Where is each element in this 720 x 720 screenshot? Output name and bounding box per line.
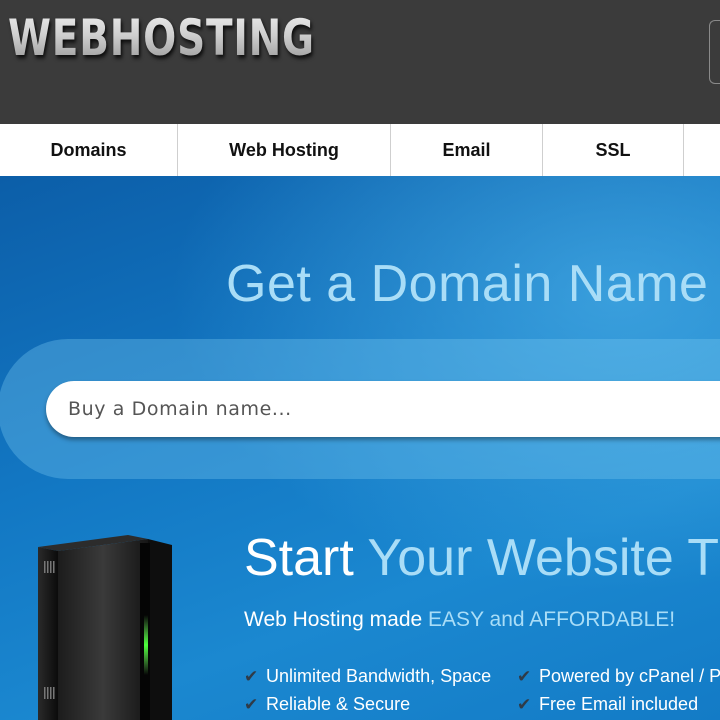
site-header: WEBHOSTING: [0, 0, 720, 124]
hero-tagline: Web Hosting made EASY and AFFORDABLE!: [244, 608, 675, 632]
header-side-control[interactable]: [709, 20, 720, 84]
feature-label: Reliable & Secure: [266, 694, 411, 714]
checkmark-icon: ✔: [244, 666, 259, 686]
feature-label: Unlimited Bandwidth, Space: [266, 666, 492, 686]
list-item: ✔ Powered by cPanel / Pl: [517, 666, 720, 687]
nav-item-email[interactable]: Email: [391, 124, 543, 176]
hero-section: Get a Domain Name Buy a Domain name... S…: [0, 176, 720, 720]
nav-item-domains[interactable]: Domains: [0, 124, 178, 176]
hero-title: Get a Domain Name: [226, 255, 709, 313]
feature-label: Free Email included: [539, 694, 699, 714]
server-tower-image: [38, 535, 172, 720]
list-item: ✔ Free Email included: [517, 694, 698, 715]
nav-item-ssl[interactable]: SSL: [543, 124, 684, 176]
hero-subtitle-accent: Your Website T: [367, 529, 720, 587]
feature-label: Powered by cPanel / Pl: [539, 666, 720, 686]
nav-item-web-hosting[interactable]: Web Hosting: [178, 124, 391, 176]
hero-subtitle-main: Start: [244, 529, 354, 587]
nav-item-more[interactable]: [684, 124, 720, 176]
tagline-main: Web Hosting made: [244, 608, 423, 631]
main-nav: Domains Web Hosting Email SSL: [0, 124, 720, 176]
list-item: ✔ Reliable & Secure: [244, 694, 410, 715]
checkmark-icon: ✔: [517, 666, 532, 686]
tagline-accent: EASY and AFFORDABLE!: [428, 608, 676, 631]
site-logo[interactable]: WEBHOSTING: [8, 6, 315, 70]
list-item: ✔ Unlimited Bandwidth, Space: [244, 666, 491, 687]
checkmark-icon: ✔: [244, 694, 259, 714]
checkmark-icon: ✔: [517, 694, 532, 714]
domain-search-input[interactable]: [46, 381, 720, 437]
hero-subtitle: Start Your Website T: [244, 528, 719, 588]
